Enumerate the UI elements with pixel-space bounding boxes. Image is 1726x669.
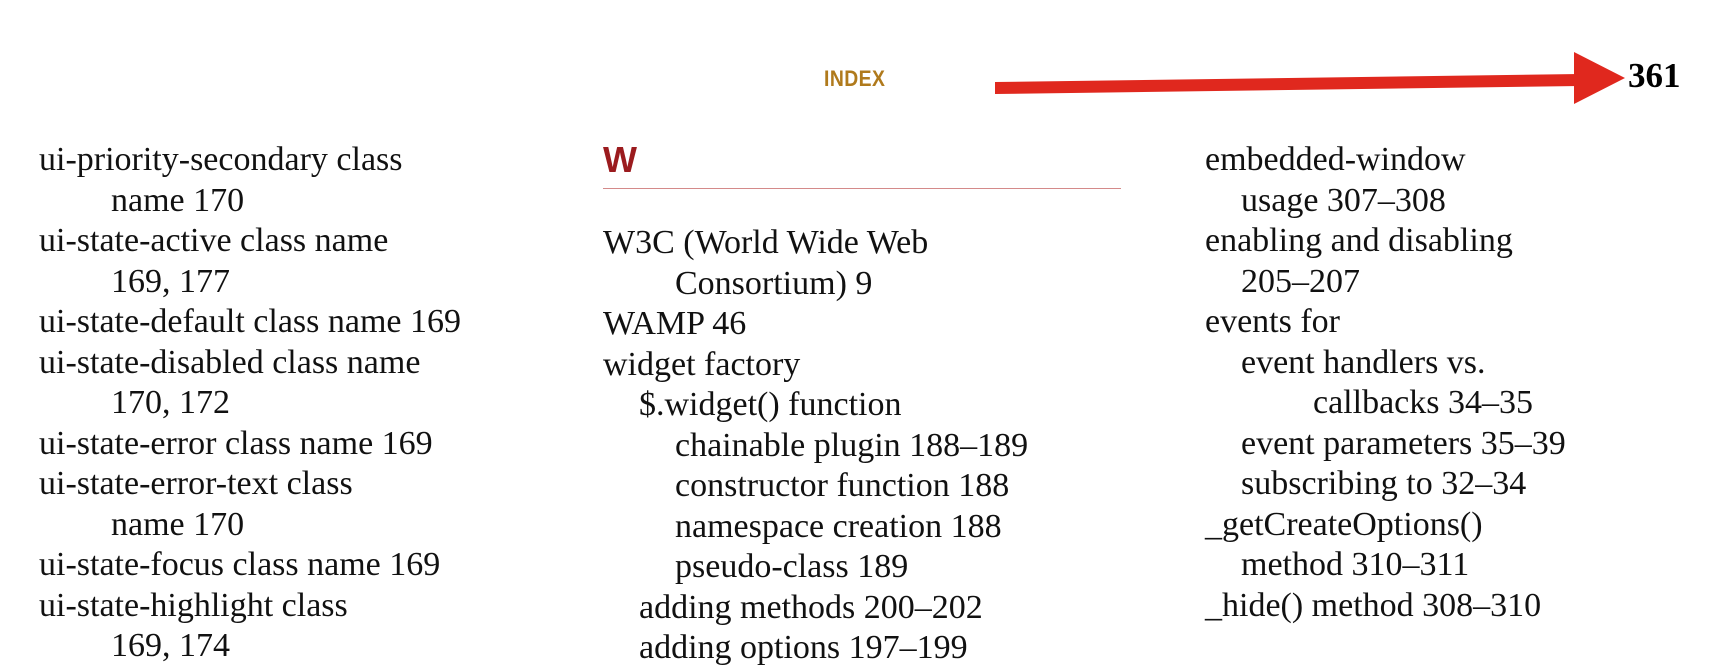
index-entries: W3C (World Wide Web Consortium) 9 WAMP 46 w…	[603, 223, 1121, 669]
index-subentry: namespace creation 188	[675, 507, 1002, 545]
index-entry: ui-state-error class name 169	[39, 424, 433, 462]
index-column-2: W W3C (World Wide Web Consortium) 9 WAMP 4…	[603, 140, 1121, 669]
arrow-head	[1574, 52, 1625, 104]
index-entry: ui-state-error-text class	[39, 465, 353, 502]
index-column-1: ui-priority-secondary class name 170 ui-st…	[39, 140, 461, 667]
index-subentry: adding methods 200–202	[639, 588, 983, 626]
index-subentry: method 310–311	[1241, 546, 1470, 583]
index-subentry: chainable plugin 188–189	[675, 426, 1029, 464]
section-letter: W	[603, 139, 637, 180]
index-subentry: name 170	[111, 505, 245, 543]
section-divider	[603, 188, 1121, 189]
index-subentry: 169, 174	[111, 627, 230, 664]
index-subentry: subscribing to 32–34	[1241, 465, 1527, 502]
arrow-shaft	[995, 74, 1580, 94]
index-entry: embedded-window	[1205, 141, 1466, 178]
index-entry: WAMP 46	[603, 305, 747, 342]
index-entry: _getCreateOptions()	[1205, 505, 1483, 543]
index-column-3: embedded-window usage 307–308 enabling and…	[1205, 140, 1566, 626]
index-entry: ui-state-highlight class	[39, 586, 348, 624]
index-entry: W3C (World Wide Web	[603, 224, 929, 261]
index-entry: events for	[1205, 303, 1341, 340]
index-subentry: event handlers vs.	[1241, 343, 1486, 381]
index-entry: ui-priority-secondary class	[39, 141, 403, 178]
index-subentry: $.widget() function	[639, 386, 902, 423]
index-entry: enabling and disabling	[1205, 222, 1513, 259]
index-subentry: name 170	[111, 181, 245, 219]
index-entry: ui-state-focus class name 169	[39, 546, 441, 583]
index-subentry: event parameters 35–39	[1241, 424, 1566, 462]
index-subentry: 170, 172	[111, 384, 230, 421]
index-subentry: 205–207	[1241, 262, 1360, 300]
index-subentry: usage 307–308	[1241, 181, 1446, 219]
index-entry: widget factory	[603, 345, 801, 383]
index-entry: ui-state-active class name	[39, 222, 389, 259]
index-subentry: pseudo-class 189	[675, 548, 909, 585]
index-entry: ui-state-default class name 169	[39, 303, 462, 340]
index-subentry: adding options 197–199	[639, 629, 968, 666]
index-subentry: Consortium) 9	[675, 264, 873, 302]
index-subentry: constructor function 188	[675, 467, 1010, 504]
index-entry: _hide() method 308–310	[1205, 586, 1542, 624]
page-number: 361	[1628, 56, 1681, 95]
index-subentry: callbacks 34–35	[1313, 384, 1533, 421]
index-entry: ui-state-disabled class name	[39, 343, 421, 381]
index-subentry: 169, 177	[111, 262, 230, 300]
